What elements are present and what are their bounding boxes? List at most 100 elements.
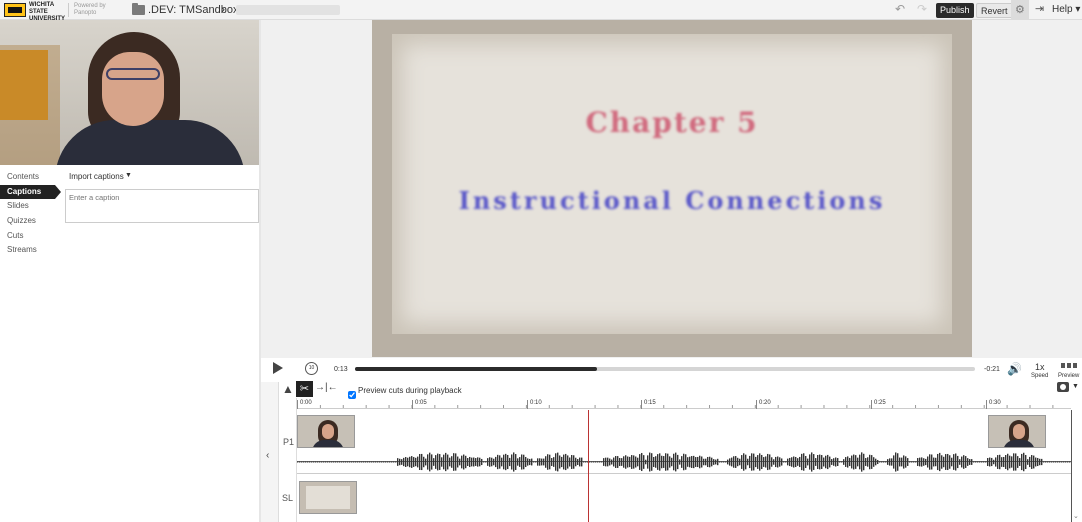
tab-cuts[interactable]: Cuts: [0, 229, 62, 244]
presenter-face: [102, 52, 164, 126]
waveform-bar: [811, 452, 813, 472]
waveform-bar: [981, 461, 983, 463]
waveform-bar: [747, 458, 749, 466]
waveform-bar: [347, 461, 349, 463]
waveform-bar: [437, 453, 439, 471]
waveform-bar: [481, 458, 483, 466]
volume-icon[interactable]: 🔊: [1007, 362, 1022, 376]
waveform-bar: [647, 455, 649, 469]
waveform-bar: [727, 459, 729, 465]
waveform-bar: [955, 453, 957, 471]
settings-button[interactable]: ⚙: [1011, 0, 1029, 20]
waveform-bar: [637, 457, 639, 467]
tab-quizzes[interactable]: Quizzes: [0, 214, 62, 229]
tab-slides[interactable]: Slides: [0, 199, 62, 214]
waveform-bar: [623, 456, 625, 468]
waveform-bar: [987, 458, 989, 466]
help-menu[interactable]: Help ▾: [1052, 4, 1080, 15]
chevron-down-icon[interactable]: ▼: [1072, 383, 1079, 390]
waveform-bar: [563, 454, 565, 470]
play-icon[interactable]: [273, 362, 283, 374]
current-time: 0:13: [334, 366, 348, 373]
waveform-bar: [839, 461, 841, 463]
waveform-bar: [613, 457, 615, 467]
waveform-bar: [413, 457, 415, 467]
undo-icon[interactable]: ↶: [895, 2, 905, 16]
chevron-down-icon[interactable]: ⌄: [1073, 512, 1079, 520]
waveform-bar: [597, 461, 599, 463]
waveform-bar: [373, 461, 375, 463]
waveform-bar: [611, 459, 613, 465]
speed-value[interactable]: 1x: [1035, 362, 1045, 372]
chevron-down-icon[interactable]: ▼: [125, 172, 132, 179]
waveform-bar: [755, 456, 757, 468]
revert-button[interactable]: Revert: [976, 3, 1013, 18]
seek-bar[interactable]: [355, 367, 975, 371]
waveform-bar: [889, 458, 891, 466]
waveform-bar: [403, 457, 405, 467]
publish-button[interactable]: Publish: [936, 3, 974, 18]
waveform-bar: [517, 458, 519, 466]
waveform-bar: [827, 454, 829, 470]
waveform-bar: [549, 454, 551, 470]
waveform-bar: [495, 456, 497, 468]
tab-captions[interactable]: Captions: [0, 184, 61, 200]
waveform-bar: [1003, 456, 1005, 468]
scissors-icon[interactable]: ✂: [296, 381, 313, 397]
waveform-bar: [923, 458, 925, 466]
track-sl[interactable]: [297, 475, 1071, 522]
waveform-bar: [317, 461, 319, 463]
waveform-bar: [761, 454, 763, 470]
waveform-bar: [837, 458, 839, 466]
waveform-bar: [735, 456, 737, 468]
caption-input[interactable]: [65, 189, 259, 223]
waveform-bar: [1035, 457, 1037, 467]
waveform-bar: [817, 454, 819, 470]
waveform-bar: [1019, 458, 1021, 466]
waveform-bar: [915, 461, 917, 463]
waveform-bar: [523, 454, 525, 470]
waveform-bar: [531, 458, 533, 466]
waveform-bar: [547, 454, 549, 470]
waveform-bar: [1007, 453, 1009, 471]
waveform-bar: [787, 458, 789, 466]
slide-content: Chapter 5 Instructional Connections: [392, 34, 952, 334]
lane-label-p1: P1: [283, 437, 295, 447]
waveform-bar: [617, 456, 619, 468]
exit-icon[interactable]: ⇥: [1035, 2, 1044, 15]
waveform-bar: [607, 457, 609, 467]
waveform-bar: [471, 457, 473, 467]
waveform-bar: [885, 461, 887, 463]
waveform-bar: [639, 454, 641, 470]
waveform-bar: [329, 461, 331, 463]
import-captions-button[interactable]: Import captions: [69, 172, 124, 181]
powered-by: Powered by Panopto: [74, 3, 106, 16]
chevron-left-icon[interactable]: ‹: [266, 450, 269, 461]
preview-icon[interactable]: [1061, 363, 1077, 368]
waveform-bar: [615, 456, 617, 468]
tab-streams[interactable]: Streams: [0, 243, 62, 258]
waveform-bar: [661, 455, 663, 469]
waveform-bar: [785, 461, 787, 463]
waveform-bar: [833, 458, 835, 466]
split-tool-icon[interactable]: →|←: [315, 382, 338, 393]
playhead[interactable]: [588, 410, 589, 522]
waveform-bar: [921, 457, 923, 467]
waveform-bar: [643, 455, 645, 469]
folder-icon[interactable]: [132, 3, 145, 15]
waveform-bar: [1037, 457, 1039, 467]
waveform-bar: [1011, 456, 1013, 468]
tab-contents[interactable]: Contents: [0, 170, 62, 185]
redo-icon[interactable]: ↷: [917, 2, 927, 16]
waveform-bar: [401, 459, 403, 465]
waveform-bar: [913, 461, 915, 463]
waveform-bar: [983, 461, 985, 463]
select-tool-icon[interactable]: ▲: [282, 382, 294, 396]
waveform-bar: [349, 461, 351, 463]
waveform-bar: [629, 456, 631, 468]
waveform-bar: [489, 457, 491, 467]
rewind-10-icon[interactable]: 10: [305, 362, 318, 375]
camera-icon[interactable]: [1057, 382, 1069, 392]
waveform-bar: [599, 461, 601, 463]
waveform-bar: [871, 455, 873, 469]
